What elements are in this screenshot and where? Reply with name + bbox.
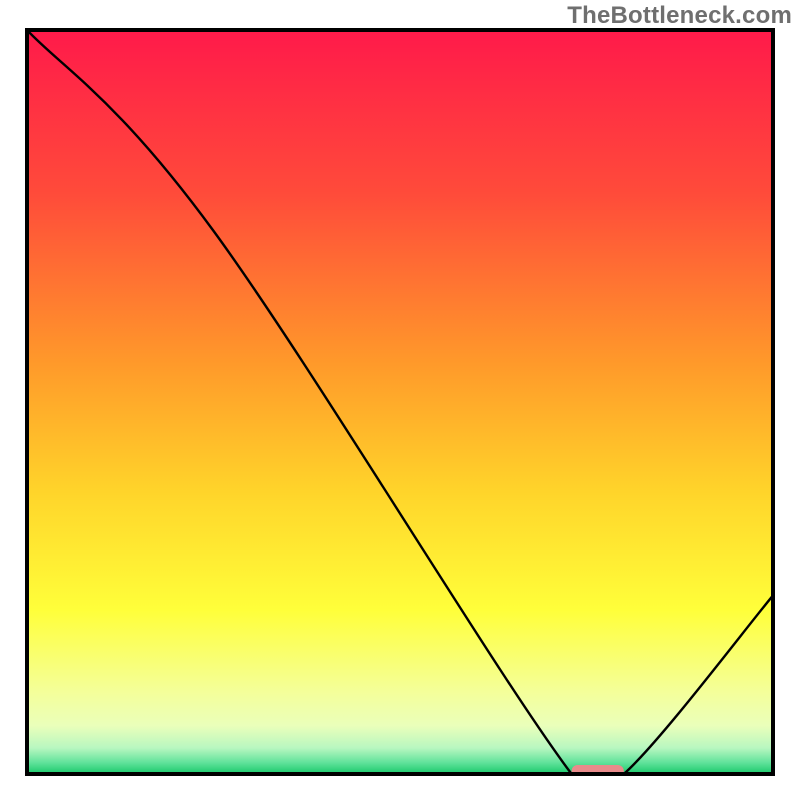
chart-container: TheBottleneck.com	[0, 0, 800, 800]
gradient-fill	[27, 30, 773, 774]
chart-svg	[0, 0, 800, 800]
